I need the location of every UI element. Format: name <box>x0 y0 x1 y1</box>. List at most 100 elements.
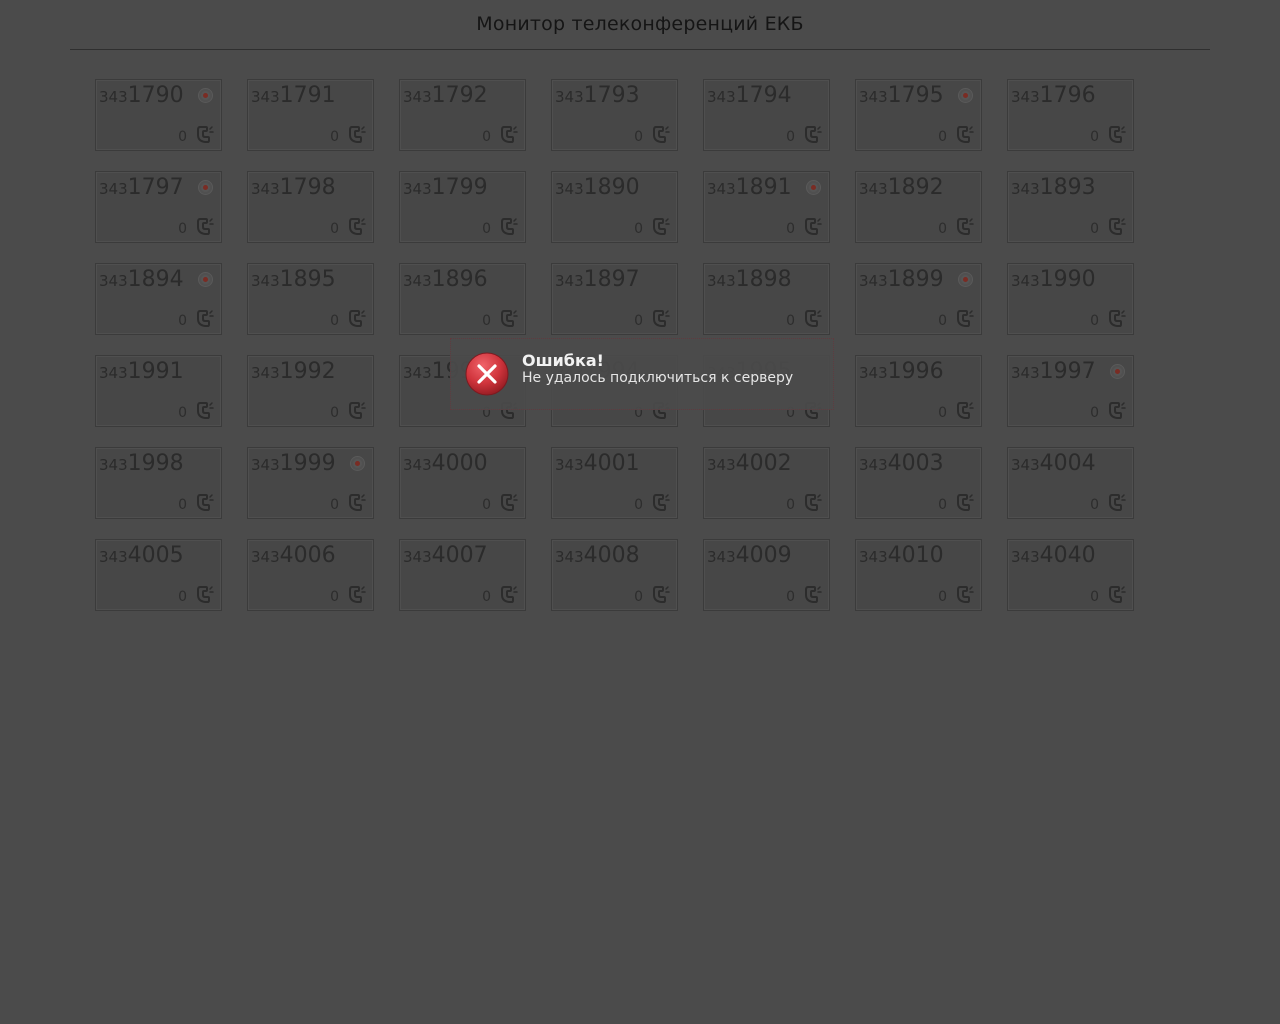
error-message: Не удалось подключиться к серверу <box>522 370 794 386</box>
number-prefix: 343 <box>859 456 888 474</box>
number-prefix: 343 <box>99 364 128 382</box>
participant-count: 0 <box>938 221 947 237</box>
conference-number: 3434040 <box>1011 543 1096 568</box>
conference-tile[interactable]: 3431896 0 <box>399 263 526 335</box>
number-prefix: 343 <box>403 272 432 290</box>
page-title: Монитор телеконференций ЕКБ <box>476 13 804 35</box>
conference-tile[interactable]: 3431795 0 <box>855 79 982 151</box>
number-extension: 1898 <box>735 267 792 292</box>
conference-number: 3431990 <box>1011 267 1096 292</box>
conference-tile[interactable]: 3434003 0 <box>855 447 982 519</box>
number-prefix: 343 <box>99 456 128 474</box>
conference-tile[interactable]: 3431791 0 <box>247 79 374 151</box>
phone-handset-icon <box>196 125 214 144</box>
conference-tile[interactable]: 3431996 0 <box>855 355 982 427</box>
conference-tile[interactable]: 3434005 0 <box>95 539 222 611</box>
conference-tile[interactable]: 3434001 0 <box>551 447 678 519</box>
participant-count: 0 <box>1090 129 1099 145</box>
number-extension: 1891 <box>735 175 792 200</box>
conference-tile[interactable]: 3431796 0 <box>1007 79 1134 151</box>
conference-tile[interactable]: 3431990 0 <box>1007 263 1134 335</box>
conference-number: 3431998 <box>99 451 184 476</box>
number-extension: 1998 <box>127 451 184 476</box>
phone-handset-icon <box>956 401 974 420</box>
conference-tile[interactable]: 3431792 0 <box>399 79 526 151</box>
conference-number: 3434010 <box>859 543 944 568</box>
phone-handset-icon <box>348 309 366 328</box>
conference-number: 3431797 <box>99 175 184 200</box>
conference-tile[interactable]: 3434040 0 <box>1007 539 1134 611</box>
conference-tile[interactable]: 3431894 0 <box>95 263 222 335</box>
participant-count: 0 <box>938 405 947 421</box>
conference-tile[interactable]: 3431798 0 <box>247 171 374 243</box>
number-extension: 1799 <box>431 175 488 200</box>
conference-tile[interactable]: 3431997 0 <box>1007 355 1134 427</box>
participant-count: 0 <box>634 313 643 329</box>
conference-tile[interactable]: 3431793 0 <box>551 79 678 151</box>
conference-tile[interactable]: 3431899 0 <box>855 263 982 335</box>
participant-count: 0 <box>786 313 795 329</box>
number-prefix: 343 <box>555 548 584 566</box>
conference-number: 3434005 <box>99 543 184 568</box>
participant-count: 0 <box>482 497 491 513</box>
conference-tile[interactable]: 3431794 0 <box>703 79 830 151</box>
conference-number: 3431894 <box>99 267 184 292</box>
phone-handset-icon <box>348 585 366 604</box>
conference-number: 3431790 <box>99 83 184 108</box>
participant-count: 0 <box>634 497 643 513</box>
number-prefix: 343 <box>251 272 280 290</box>
conference-tile[interactable]: 3431797 0 <box>95 171 222 243</box>
phone-handset-icon <box>196 309 214 328</box>
phone-handset-icon <box>348 493 366 512</box>
conference-number: 3431890 <box>555 175 640 200</box>
phone-handset-icon <box>500 585 518 604</box>
conference-tile[interactable]: 3431897 0 <box>551 263 678 335</box>
conference-tile[interactable]: 3434008 0 <box>551 539 678 611</box>
conference-tile[interactable]: 3431892 0 <box>855 171 982 243</box>
conference-tile[interactable]: 3431991 0 <box>95 355 222 427</box>
conference-tile[interactable]: 3431799 0 <box>399 171 526 243</box>
conference-tile[interactable]: 3434002 0 <box>703 447 830 519</box>
number-prefix: 343 <box>403 548 432 566</box>
number-extension: 1792 <box>431 83 488 108</box>
participant-count: 0 <box>178 129 187 145</box>
conference-tile[interactable]: 3434007 0 <box>399 539 526 611</box>
number-prefix: 343 <box>707 88 736 106</box>
conference-tile[interactable]: 3431790 0 <box>95 79 222 151</box>
conference-tile[interactable]: 3431891 0 <box>703 171 830 243</box>
conference-number: 3431899 <box>859 267 944 292</box>
participant-count: 0 <box>482 221 491 237</box>
participant-count: 0 <box>1090 221 1099 237</box>
conference-tile[interactable]: 3431895 0 <box>247 263 374 335</box>
number-prefix: 343 <box>99 272 128 290</box>
number-extension: 1895 <box>279 267 336 292</box>
number-prefix: 343 <box>251 88 280 106</box>
phone-handset-icon <box>956 585 974 604</box>
conference-number: 3431798 <box>251 175 336 200</box>
conference-tile[interactable]: 3431893 0 <box>1007 171 1134 243</box>
conference-tile[interactable]: 3434004 0 <box>1007 447 1134 519</box>
conference-tile[interactable]: 3434000 0 <box>399 447 526 519</box>
conference-tile[interactable]: 3434006 0 <box>247 539 374 611</box>
phone-handset-icon <box>500 493 518 512</box>
conference-tile[interactable]: 3431998 0 <box>95 447 222 519</box>
phone-handset-icon <box>956 217 974 236</box>
recording-indicator-icon <box>199 181 212 194</box>
conference-number: 3434003 <box>859 451 944 476</box>
phone-handset-icon <box>348 217 366 236</box>
conference-tile[interactable]: 3431999 0 <box>247 447 374 519</box>
number-extension: 1890 <box>583 175 640 200</box>
conference-tile[interactable]: 3431898 0 <box>703 263 830 335</box>
conference-tile[interactable]: 3431890 0 <box>551 171 678 243</box>
participant-count: 0 <box>178 497 187 513</box>
number-extension: 1793 <box>583 83 640 108</box>
conference-tile[interactable]: 3434010 0 <box>855 539 982 611</box>
number-prefix: 343 <box>403 88 432 106</box>
number-prefix: 343 <box>99 548 128 566</box>
participant-count: 0 <box>330 129 339 145</box>
conference-tile[interactable]: 3434009 0 <box>703 539 830 611</box>
conference-tile[interactable]: 3431992 0 <box>247 355 374 427</box>
conference-number: 3434007 <box>403 543 488 568</box>
recording-indicator-icon <box>199 89 212 102</box>
phone-handset-icon <box>956 125 974 144</box>
